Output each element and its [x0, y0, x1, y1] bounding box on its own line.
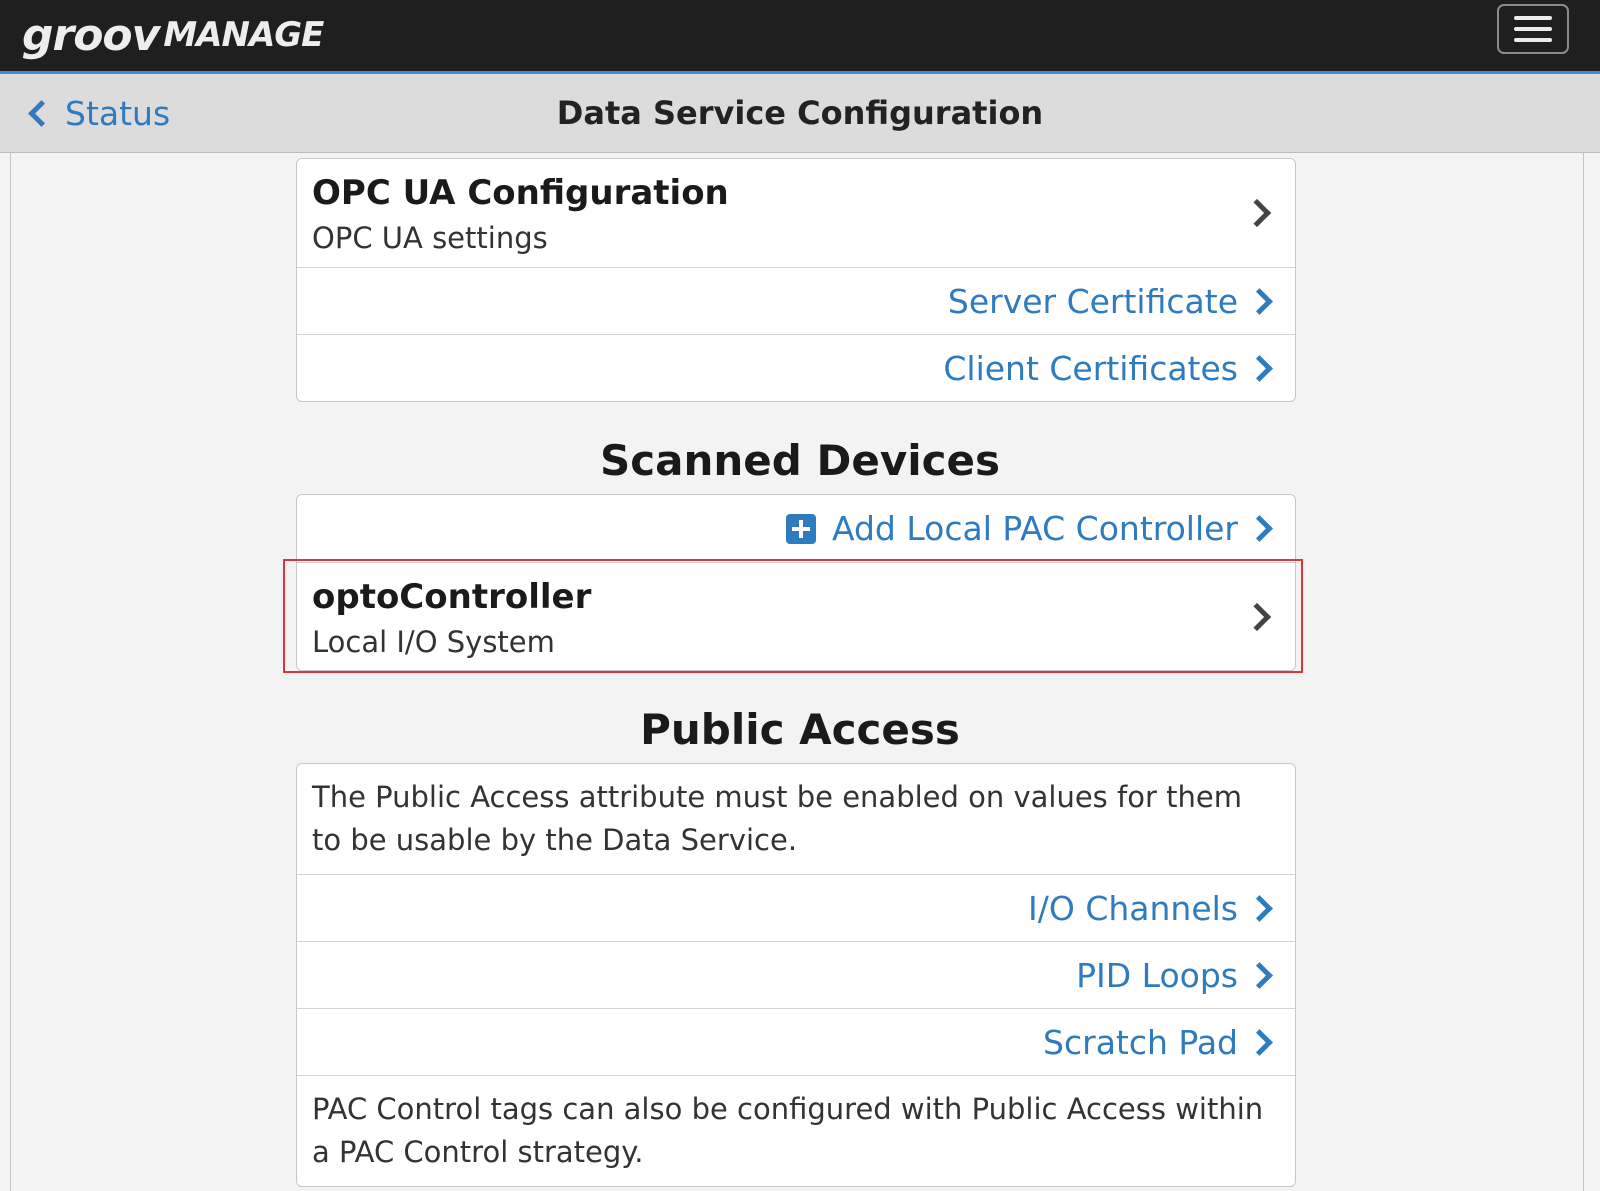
- chevron-right-icon: [1246, 515, 1273, 542]
- device-item-optocontroller[interactable]: optoController Local I/O System: [297, 562, 1295, 670]
- content-left-divider: [10, 152, 11, 1191]
- chevron-right-icon: [1242, 198, 1272, 228]
- scanned-devices-heading: Scanned Devices: [600, 436, 1000, 485]
- public-access-note: The Public Access attribute must be enab…: [312, 780, 1242, 857]
- add-local-pac-controller-link[interactable]: Add Local PAC Controller: [297, 495, 1295, 562]
- hamburger-line-icon: [1514, 27, 1552, 31]
- pac-control-note: PAC Control tags can also be configured …: [297, 1075, 1295, 1186]
- chevron-right-icon: [1246, 961, 1273, 989]
- chevron-right-icon: [1246, 287, 1273, 315]
- scratch-pad-label: Scratch Pad: [1043, 1022, 1238, 1062]
- chevron-right-icon: [1246, 894, 1273, 922]
- add-local-pac-controller-label: Add Local PAC Controller: [831, 509, 1238, 548]
- logo-groov-text: groov: [22, 9, 160, 61]
- top-navbar: groov MANAGE: [0, 0, 1600, 74]
- io-channels-link[interactable]: I/O Channels: [297, 874, 1295, 941]
- opcua-title: OPC UA Configuration: [312, 173, 729, 213]
- scanned-devices-panel: Add Local PAC Controller optoController …: [296, 494, 1296, 671]
- chevron-right-icon: [1246, 354, 1273, 382]
- page-title: Data Service Configuration: [556, 94, 1044, 132]
- groov-manage-logo[interactable]: groov MANAGE: [22, 9, 324, 61]
- chevron-right-icon: [1246, 1028, 1273, 1056]
- opcua-panel: OPC UA Configuration OPC UA settings Ser…: [296, 158, 1296, 402]
- client-certificates-link[interactable]: Client Certificates: [297, 334, 1295, 401]
- content-right-divider: [1583, 152, 1584, 1191]
- page-header: Status Data Service Configuration: [0, 74, 1600, 153]
- io-channels-label: I/O Channels: [1028, 888, 1238, 928]
- opcua-subtitle: OPC UA settings: [312, 221, 548, 255]
- opcua-configuration-item[interactable]: OPC UA Configuration OPC UA settings: [297, 159, 1295, 267]
- server-certificate-label: Server Certificate: [947, 281, 1238, 321]
- hamburger-line-icon: [1514, 16, 1552, 20]
- chevron-right-icon: [1242, 602, 1272, 632]
- scratch-pad-link[interactable]: Scratch Pad: [297, 1008, 1295, 1075]
- plus-square-icon: [785, 513, 816, 544]
- server-certificate-link[interactable]: Server Certificate: [297, 267, 1295, 334]
- device-name: optoController: [312, 577, 592, 617]
- public-access-heading: Public Access: [640, 705, 960, 754]
- public-access-panel: The Public Access attribute must be enab…: [296, 763, 1296, 1187]
- hamburger-line-icon: [1514, 38, 1552, 42]
- client-certificates-label: Client Certificates: [943, 348, 1238, 388]
- logo-manage-text: MANAGE: [163, 15, 324, 55]
- pid-loops-link[interactable]: PID Loops: [297, 941, 1295, 1008]
- device-type: Local I/O System: [312, 625, 555, 659]
- pid-loops-label: PID Loops: [1076, 955, 1238, 995]
- hamburger-menu-button[interactable]: [1497, 4, 1569, 54]
